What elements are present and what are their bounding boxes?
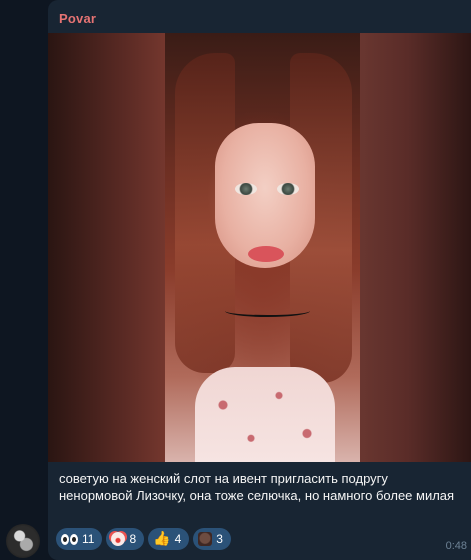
avatar[interactable] — [6, 524, 40, 558]
reaction-count: 3 — [216, 532, 223, 546]
reaction-face[interactable]: 3 — [193, 528, 231, 550]
message-photo[interactable] — [48, 33, 471, 462]
photo-image[interactable] — [165, 33, 360, 462]
sender-name[interactable]: Povar — [59, 11, 96, 26]
photo-detail — [195, 367, 335, 462]
photo-detail — [248, 246, 284, 262]
message-time: 0:48 — [445, 540, 467, 552]
eyes-icon — [61, 533, 78, 545]
photo-detail — [235, 183, 257, 195]
reaction-clown[interactable]: 8 — [106, 528, 145, 550]
photo-detail — [277, 183, 299, 195]
reaction-thumbs-up[interactable]: 👍 4 — [148, 528, 190, 550]
clown-icon — [111, 532, 126, 546]
reactions-bar: 11 8 👍 4 3 — [56, 528, 231, 550]
thumbs-up-icon: 👍 — [153, 531, 171, 547]
reaction-count: 11 — [82, 532, 95, 546]
message-caption: советую на женский слот на ивент приглас… — [59, 471, 455, 503]
reaction-count: 4 — [174, 532, 182, 546]
reaction-count: 8 — [129, 532, 137, 546]
reaction-eyes[interactable]: 11 — [56, 528, 103, 550]
face-icon — [198, 532, 213, 546]
photo-detail — [225, 305, 310, 317]
